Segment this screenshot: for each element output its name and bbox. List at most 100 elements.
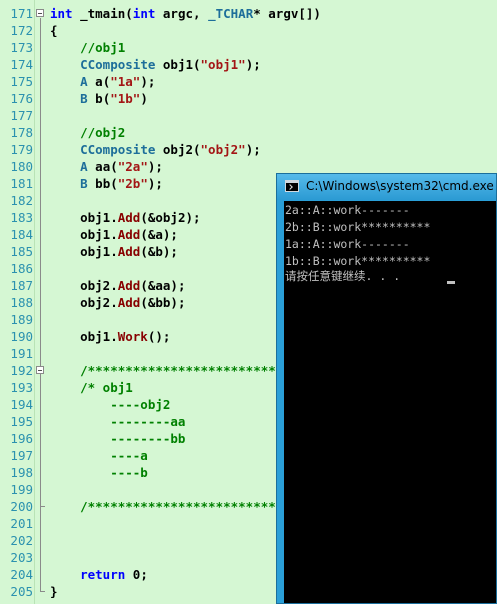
code-token: aa( <box>87 159 118 174</box>
line-number: 194 <box>10 397 33 412</box>
code-token: ----b <box>50 465 148 480</box>
code-line: obj1.Work(); <box>50 328 170 345</box>
code-token: ); <box>147 176 163 191</box>
code-token: Add <box>117 278 141 293</box>
code-token: /***************************** <box>50 499 306 514</box>
code-token: return <box>80 567 126 582</box>
code-token: obj2. <box>50 295 118 310</box>
line-number: 204 <box>10 567 33 582</box>
code-token: "2a" <box>117 159 148 174</box>
code-token: A <box>80 159 88 174</box>
code-line: obj2.Add(&aa); <box>50 277 185 294</box>
console-line: 2a::A::work------- <box>285 203 410 217</box>
code-token: obj1. <box>50 227 118 242</box>
code-token: b( <box>87 91 111 106</box>
code-token: bb( <box>87 176 118 191</box>
line-number: 189 <box>10 312 33 327</box>
code-token: --------aa <box>50 414 186 429</box>
code-token: "obj2" <box>200 142 246 157</box>
fold-end-tick <box>40 591 45 592</box>
code-token: Work <box>117 329 148 344</box>
fold-toggle[interactable] <box>36 9 44 17</box>
line-number: 183 <box>10 210 33 225</box>
code-token: B <box>80 91 88 106</box>
line-number: 177 <box>10 108 33 123</box>
console-output[interactable]: 2a::A::work------- 2b::B::work**********… <box>284 201 496 603</box>
line-number: 185 <box>10 244 33 259</box>
code-line: obj2.Add(&bb); <box>50 294 185 311</box>
code-token: obj2. <box>50 278 118 293</box>
code-token: { <box>50 23 58 38</box>
code-token: (&bb); <box>140 295 186 310</box>
line-number: 187 <box>10 278 33 293</box>
code-line: /* obj1 <box>50 379 133 396</box>
code-token: obj1. <box>50 244 118 259</box>
code-token: int <box>50 6 81 21</box>
line-number: 190 <box>10 329 33 344</box>
code-token: "obj1" <box>200 57 246 72</box>
line-number: 199 <box>10 482 33 497</box>
code-token: ); <box>245 142 261 157</box>
console-title: C:\Windows\system32\cmd.exe <box>306 179 494 193</box>
code-token: (&a); <box>140 227 178 242</box>
code-token: CComposite <box>80 142 156 157</box>
code-token: (&aa); <box>140 278 186 293</box>
code-line: obj1.Add(&b); <box>50 243 178 260</box>
code-line: CComposite obj1("obj1"); <box>50 56 261 73</box>
line-number: 205 <box>10 584 33 599</box>
code-line: --------bb <box>50 430 185 447</box>
code-token: "1b" <box>110 91 141 106</box>
code-token: //obj1 <box>50 40 126 55</box>
code-line: --------aa <box>50 413 185 430</box>
code-token: Add <box>117 227 141 242</box>
code-token: /***************************** <box>50 363 306 378</box>
line-number: 203 <box>10 550 33 565</box>
console-line: 2b::B::work********** <box>285 220 431 234</box>
code-line: CComposite obj2("obj2"); <box>50 141 261 158</box>
fold-end-tick <box>40 506 45 507</box>
line-number: 174 <box>10 57 33 72</box>
code-line: return 0; <box>50 566 148 583</box>
console-window[interactable]: C:\Windows\system32\cmd.exe 2a::A::work-… <box>276 173 497 604</box>
code-token: ); <box>147 159 163 174</box>
code-line: A aa("2a"); <box>50 158 163 175</box>
code-token: a( <box>87 74 111 89</box>
code-token: ); <box>245 57 261 72</box>
code-line: A a("1a"); <box>50 73 155 90</box>
code-token: Add <box>117 244 141 259</box>
code-line: obj1.Add(&a); <box>50 226 178 243</box>
console-title-bar[interactable]: C:\Windows\system32\cmd.exe <box>277 174 496 200</box>
code-token: "2b" <box>117 176 148 191</box>
code-token: (&b); <box>140 244 178 259</box>
line-number: 198 <box>10 465 33 480</box>
code-line: } <box>50 583 58 600</box>
line-number: 192 <box>10 363 33 378</box>
code-line: B bb("2b"); <box>50 175 163 192</box>
console-cursor <box>447 281 455 284</box>
code-token: Add <box>117 210 141 225</box>
line-number-gutter: 171 172 173 174 175 176 177 178 179 180 181 182 183 1… <box>0 0 35 604</box>
code-token: ----a <box>50 448 148 463</box>
line-number: 201 <box>10 516 33 531</box>
code-token: } <box>50 584 58 599</box>
code-token: CComposite <box>80 57 156 72</box>
line-number: 184 <box>10 227 33 242</box>
line-number: 186 <box>10 261 33 276</box>
code-token: "1a" <box>110 74 141 89</box>
line-number: 196 <box>10 431 33 446</box>
fold-toggle[interactable] <box>36 366 44 374</box>
line-number: 182 <box>10 193 33 208</box>
code-token: (); <box>147 329 171 344</box>
code-token: * argv[]) <box>253 6 321 21</box>
line-number: 181 <box>10 176 33 191</box>
code-token: _tmain( <box>80 6 133 21</box>
code-token: /* obj1 <box>50 380 133 395</box>
code-line: /***************************** <box>50 362 306 379</box>
code-token: obj2( <box>155 142 201 157</box>
code-line: ----a <box>50 447 148 464</box>
